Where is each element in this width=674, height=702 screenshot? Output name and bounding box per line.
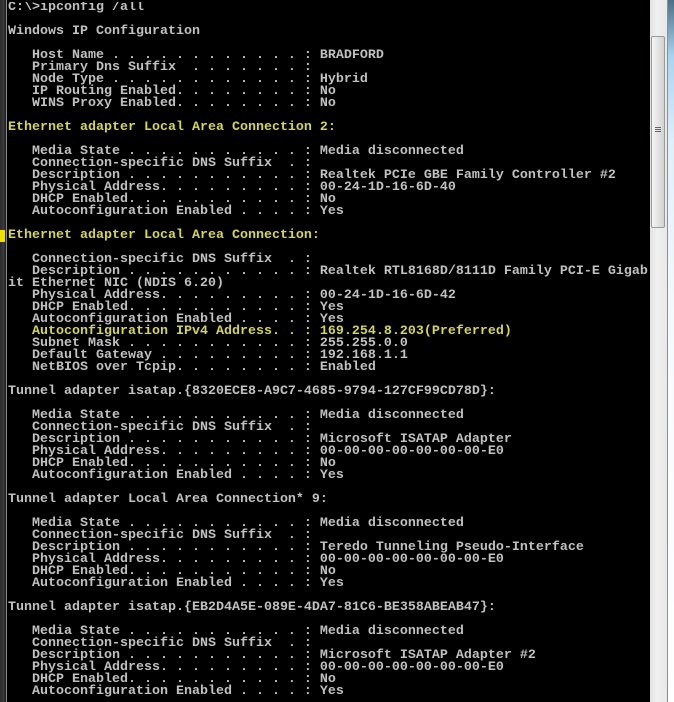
adapter-header: Ethernet adapter Local Area Connection: — [8, 228, 320, 243]
scrollbar-thumb[interactable] — [651, 36, 665, 228]
window-frame-border — [6, 0, 7, 702]
vertical-scrollbar[interactable] — [650, 0, 668, 702]
adapter-header: Tunnel adapter isatap.{8320ECE8-A9C7-468… — [8, 384, 496, 399]
property-row: Autoconfiguration Enabled . . . . : Yes — [8, 684, 344, 699]
section-title: Windows IP Configuration — [8, 24, 200, 39]
property-row: Autoconfiguration Enabled . . . . : Yes — [8, 468, 344, 483]
property-row: NetBIOS over Tcpip. . . . . . . . : Enab… — [8, 360, 376, 375]
console-output[interactable]: C:\>ipconfig /all Windows IP Configuratio… — [8, 2, 650, 702]
highlight-marker — [0, 230, 5, 242]
adapter-header: Tunnel adapter isatap.{EB2D4A5E-089E-4DA… — [8, 600, 496, 615]
desktop-background — [668, 0, 674, 702]
command-prompt-window: C:\>ipconfig /all Windows IP Configuratio… — [0, 0, 674, 702]
grip-lines-icon — [655, 127, 661, 134]
property-row: WINS Proxy Enabled. . . . . . . . : No — [8, 96, 336, 111]
adapter-header: Tunnel adapter Local Area Connection* 9: — [8, 492, 328, 507]
command-prompt-line: C:\>ipconfig /all — [8, 2, 144, 15]
property-row: Autoconfiguration Enabled . . . . : Yes — [8, 576, 344, 591]
adapter-header: Ethernet adapter Local Area Connection 2… — [8, 120, 336, 135]
property-row: Autoconfiguration Enabled . . . . : Yes — [8, 204, 344, 219]
